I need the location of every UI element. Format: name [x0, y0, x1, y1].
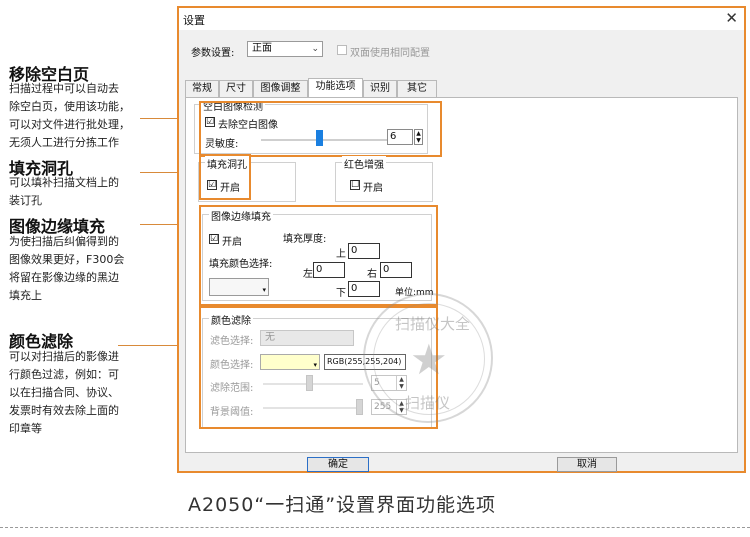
annotation-desc-fill-holes: 可以填补扫描文档上的 装订孔 — [9, 176, 119, 207]
red-enhance-checkbox[interactable]: ☐ — [350, 180, 360, 190]
annotation-desc-edge-fill: 为使扫描后纠偏得到的 图像效果更好，F300会 将留在影像边缘的黑边 填充上 — [9, 235, 125, 302]
star-icon: ★ — [410, 335, 448, 384]
dashed-divider — [0, 527, 750, 528]
stamp-bottom-text: 扫描仪 — [405, 394, 451, 412]
cancel-button[interactable]: 取消 — [557, 457, 617, 472]
duplex-same-config-checkbox[interactable] — [337, 45, 347, 55]
figure-caption: A2050“一扫通”设置界面功能选项 — [188, 494, 497, 516]
tab-function-options[interactable]: 功能选项 — [308, 78, 363, 98]
tab-recognition[interactable]: 识别 — [363, 80, 397, 97]
tab-other[interactable]: 其它 — [397, 80, 437, 97]
highlight-edge-fill — [199, 205, 438, 306]
close-icon[interactable]: ✕ — [725, 9, 738, 27]
highlight-blank-detect — [199, 101, 442, 157]
annotation-desc-remove-blank: 扫描过程中可以自动去 除空白页，使用该功能， 可以对文件进行批处理， 无须人工进… — [9, 82, 130, 149]
red-enhance-title: 红色增强 — [342, 156, 386, 171]
param-settings-value: 正面 — [252, 43, 272, 54]
dialog-titlebar: 设置 ✕ — [179, 8, 744, 30]
annotation-desc-color-filter: 可以对扫描后的影像进 行颜色过滤，例如：可 以在扫描合同、协议、 发票时有效去除… — [9, 350, 119, 435]
ok-button[interactable]: 确定 — [307, 457, 369, 472]
dialog-title: 设置 — [183, 14, 205, 27]
highlight-fill-holes — [199, 154, 251, 200]
duplex-same-config-label: 双面使用相同配置 — [350, 48, 430, 59]
red-enhance-enable-label: 开启 — [363, 183, 383, 194]
chevron-down-icon: ⌄ — [311, 44, 319, 54]
stamp-top-text: 扫描仪大全 — [395, 315, 471, 333]
tab-size[interactable]: 尺寸 — [219, 80, 253, 97]
tab-image-adjust[interactable]: 图像调整 — [253, 80, 308, 97]
red-enhance-group: 红色增强 ☐ 开启 — [335, 156, 433, 202]
param-settings-select[interactable]: 正面 ⌄ — [247, 41, 323, 57]
param-settings-label: 参数设置: — [191, 48, 235, 59]
tab-general[interactable]: 常规 — [185, 80, 219, 97]
watermark-stamp: 扫描仪大全 ★ 扫描仪 — [363, 293, 493, 423]
